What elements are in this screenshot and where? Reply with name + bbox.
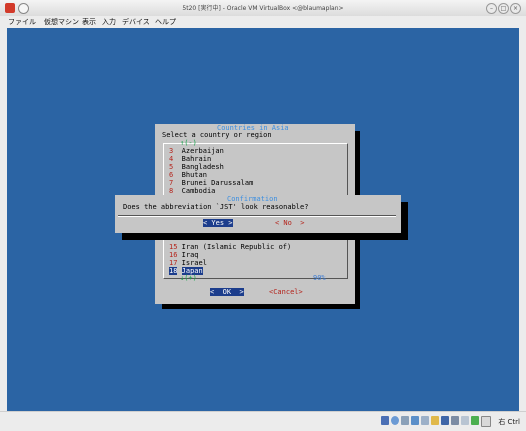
confirm-question: Does the abbreviation `JST' look reasona… — [123, 203, 309, 211]
menu-input[interactable]: 入力 — [102, 17, 116, 27]
scroll-down-indicator: ↓(+) — [180, 274, 197, 282]
vm-screen[interactable]: Countries in Asia Select a country or re… — [7, 28, 519, 411]
list-item-number: 6 — [169, 171, 174, 179]
list-item-number: 16 — [169, 251, 178, 259]
shared-folder-icon[interactable] — [431, 416, 439, 425]
network-icon[interactable] — [411, 416, 419, 425]
audio-icon[interactable] — [401, 416, 409, 425]
confirm-dialog-title: Confirmation — [227, 195, 278, 203]
menu-bar: ファイル 仮想マシン 表示 入力 デバイス ヘルプ — [0, 16, 526, 28]
list-item-number: 3 — [169, 147, 174, 155]
list-item[interactable]: 8 Cambodia — [169, 187, 215, 195]
list-item[interactable]: 5 Bangladesh — [169, 163, 224, 171]
list-item-label: Bhutan — [181, 171, 207, 179]
menu-file[interactable]: ファイル — [8, 17, 36, 27]
list-item-label: Azerbaijan — [181, 147, 224, 155]
scroll-up-indicator: ↑(-) — [180, 139, 197, 147]
cpu-icon[interactable] — [461, 416, 469, 425]
list-item-number: 7 — [169, 179, 174, 187]
maximize-button[interactable]: □ — [498, 3, 509, 14]
list-item-number: 15 — [169, 243, 178, 251]
list-item-number: 4 — [169, 155, 174, 163]
ok-button[interactable]: < OK > — [210, 288, 244, 296]
list-item[interactable]: 7 Brunei Darussalam — [169, 179, 253, 187]
scroll-percent: 90% — [313, 274, 326, 282]
list-item[interactable]: 16 Iraq — [169, 251, 199, 259]
usb-icon[interactable] — [421, 416, 429, 425]
list-item-label: Brunei Darussalam — [181, 179, 254, 187]
list-item-label: Cambodia — [181, 187, 216, 195]
menu-machine[interactable]: 仮想マシン — [44, 17, 79, 27]
list-item-number: 18 — [169, 267, 178, 275]
list-item-number: 17 — [169, 259, 178, 267]
countries-prompt: Select a country or region — [162, 131, 272, 139]
window-title: 5t20 [実行中] - Oracle VM VirtualBox <@blau… — [182, 5, 344, 12]
no-button[interactable]: < No > — [275, 219, 305, 227]
cancel-button[interactable]: <Cancel> — [269, 288, 303, 296]
list-item[interactable]: 15 Iran (Islamic Republic of) — [169, 243, 291, 251]
list-item-number: 5 — [169, 163, 174, 171]
menu-help[interactable]: ヘルプ — [155, 17, 176, 27]
minimize-button[interactable]: – — [486, 3, 497, 14]
menu-devices[interactable]: デバイス — [122, 17, 150, 27]
recording-icon[interactable] — [451, 416, 459, 425]
host-key-label: 右 Ctrl — [498, 418, 520, 426]
confirm-divider — [118, 215, 396, 217]
optical-drive-icon[interactable] — [391, 416, 399, 425]
list-item[interactable]: 4 Bahrain — [169, 155, 211, 163]
list-item-label: Iraq — [181, 251, 199, 259]
list-item[interactable]: 3 Azerbaijan — [169, 147, 224, 155]
keyboard-capture-icon[interactable] — [481, 416, 491, 427]
mouse-integration-icon[interactable] — [471, 416, 479, 425]
list-item-number: 8 — [169, 187, 174, 195]
yes-button[interactable]: < Yes > — [203, 219, 233, 227]
list-item-label: Iran (Islamic Republic of) — [181, 243, 292, 251]
confirm-dialog: Confirmation Does the abbreviation `JST'… — [115, 195, 401, 233]
menu-view[interactable]: 表示 — [82, 17, 96, 27]
list-item[interactable]: 6 Bhutan — [169, 171, 207, 179]
list-item[interactable]: 17 Israel — [169, 259, 207, 267]
list-item-label: Bangladesh — [181, 163, 224, 171]
list-item-label: Israel — [181, 259, 207, 267]
hard-disk-icon[interactable] — [381, 416, 389, 425]
status-bar: 右 Ctrl — [0, 411, 526, 431]
display-icon[interactable] — [441, 416, 449, 425]
window-titlebar: 5t20 [実行中] - Oracle VM VirtualBox <@blau… — [0, 0, 526, 17]
close-button[interactable]: × — [510, 3, 521, 14]
list-item-label: Bahrain — [181, 155, 212, 163]
